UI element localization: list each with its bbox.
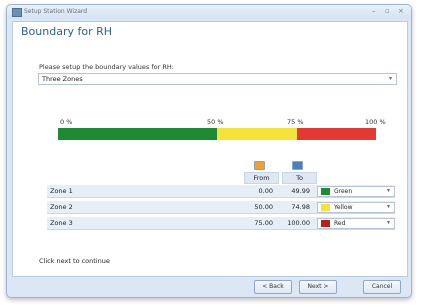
to-value[interactable]: 74.98 [280,203,310,211]
zone-color-select[interactable]: Yellow ▾ [317,202,395,213]
zone-mode-value: Three Zones [42,75,83,83]
zone-name: Zone 1 [50,187,73,195]
close-button[interactable]: × [398,7,404,16]
scale-tick-label: 50 % [207,118,224,126]
page-title: Boundary for RH [21,25,113,38]
wizard-window: Setup Station Wizard – ▫ × Boundary for … [6,4,412,298]
color-name: Red [334,220,346,227]
maximize-button[interactable]: ▫ [385,7,390,16]
scale-tick-label: 0 % [60,118,73,126]
content-panel [12,21,408,277]
color-swatch [321,204,330,211]
to-value[interactable]: 100.00 [280,219,310,227]
window-title: Setup Station Wizard [24,8,88,15]
zone-name: Zone 3 [50,219,73,227]
zone-color-select[interactable]: Red ▾ [317,218,395,229]
title-bar: Setup Station Wizard – ▫ × [7,5,411,19]
column-header-from: From [244,172,279,184]
minimize-button[interactable]: – [372,7,376,16]
zone-name: Zone 2 [50,203,73,211]
table-row: Zone 2 50.00 74.98 Yellow ▾ [47,201,395,214]
color-name: Green [334,188,353,195]
zone-mode-select[interactable]: Three Zones ▾ [38,73,397,85]
chevron-down-icon: ▾ [386,219,390,226]
from-value[interactable]: 0.00 [243,187,273,195]
from-value[interactable]: 50.00 [243,203,273,211]
scale-tick-label: 100 % [365,118,386,126]
table-row: Zone 3 75.00 100.00 Red ▾ [47,217,395,230]
cancel-button[interactable]: Cancel [363,280,401,294]
boundary-prompt: Please setup the boundary values for RH: [39,63,174,71]
column-header-to: To [282,172,317,184]
table-row: Zone 1 0.00 49.99 Green ▾ [47,185,395,198]
zone-scale-segment [296,128,376,140]
app-icon [12,8,22,17]
zone-scale-segment [217,128,297,140]
color-swatch [321,220,330,227]
zone-scale-segment [58,128,217,140]
to-value[interactable]: 49.99 [280,187,310,195]
color-name: Yellow [334,204,353,211]
chevron-down-icon: ▾ [386,187,390,194]
continue-hint: Click next to continue [39,257,110,265]
next-button[interactable]: Next > [299,280,337,294]
chevron-down-icon: ▾ [388,75,392,82]
chevron-down-icon: ▾ [386,203,390,210]
zone-color-select[interactable]: Green ▾ [317,186,395,197]
back-button[interactable]: < Back [254,280,292,294]
from-value[interactable]: 75.00 [243,219,273,227]
scale-tick-label: 75 % [287,118,304,126]
to-boundary-icon [292,161,303,170]
color-swatch [321,188,330,195]
from-boundary-icon [254,161,265,170]
